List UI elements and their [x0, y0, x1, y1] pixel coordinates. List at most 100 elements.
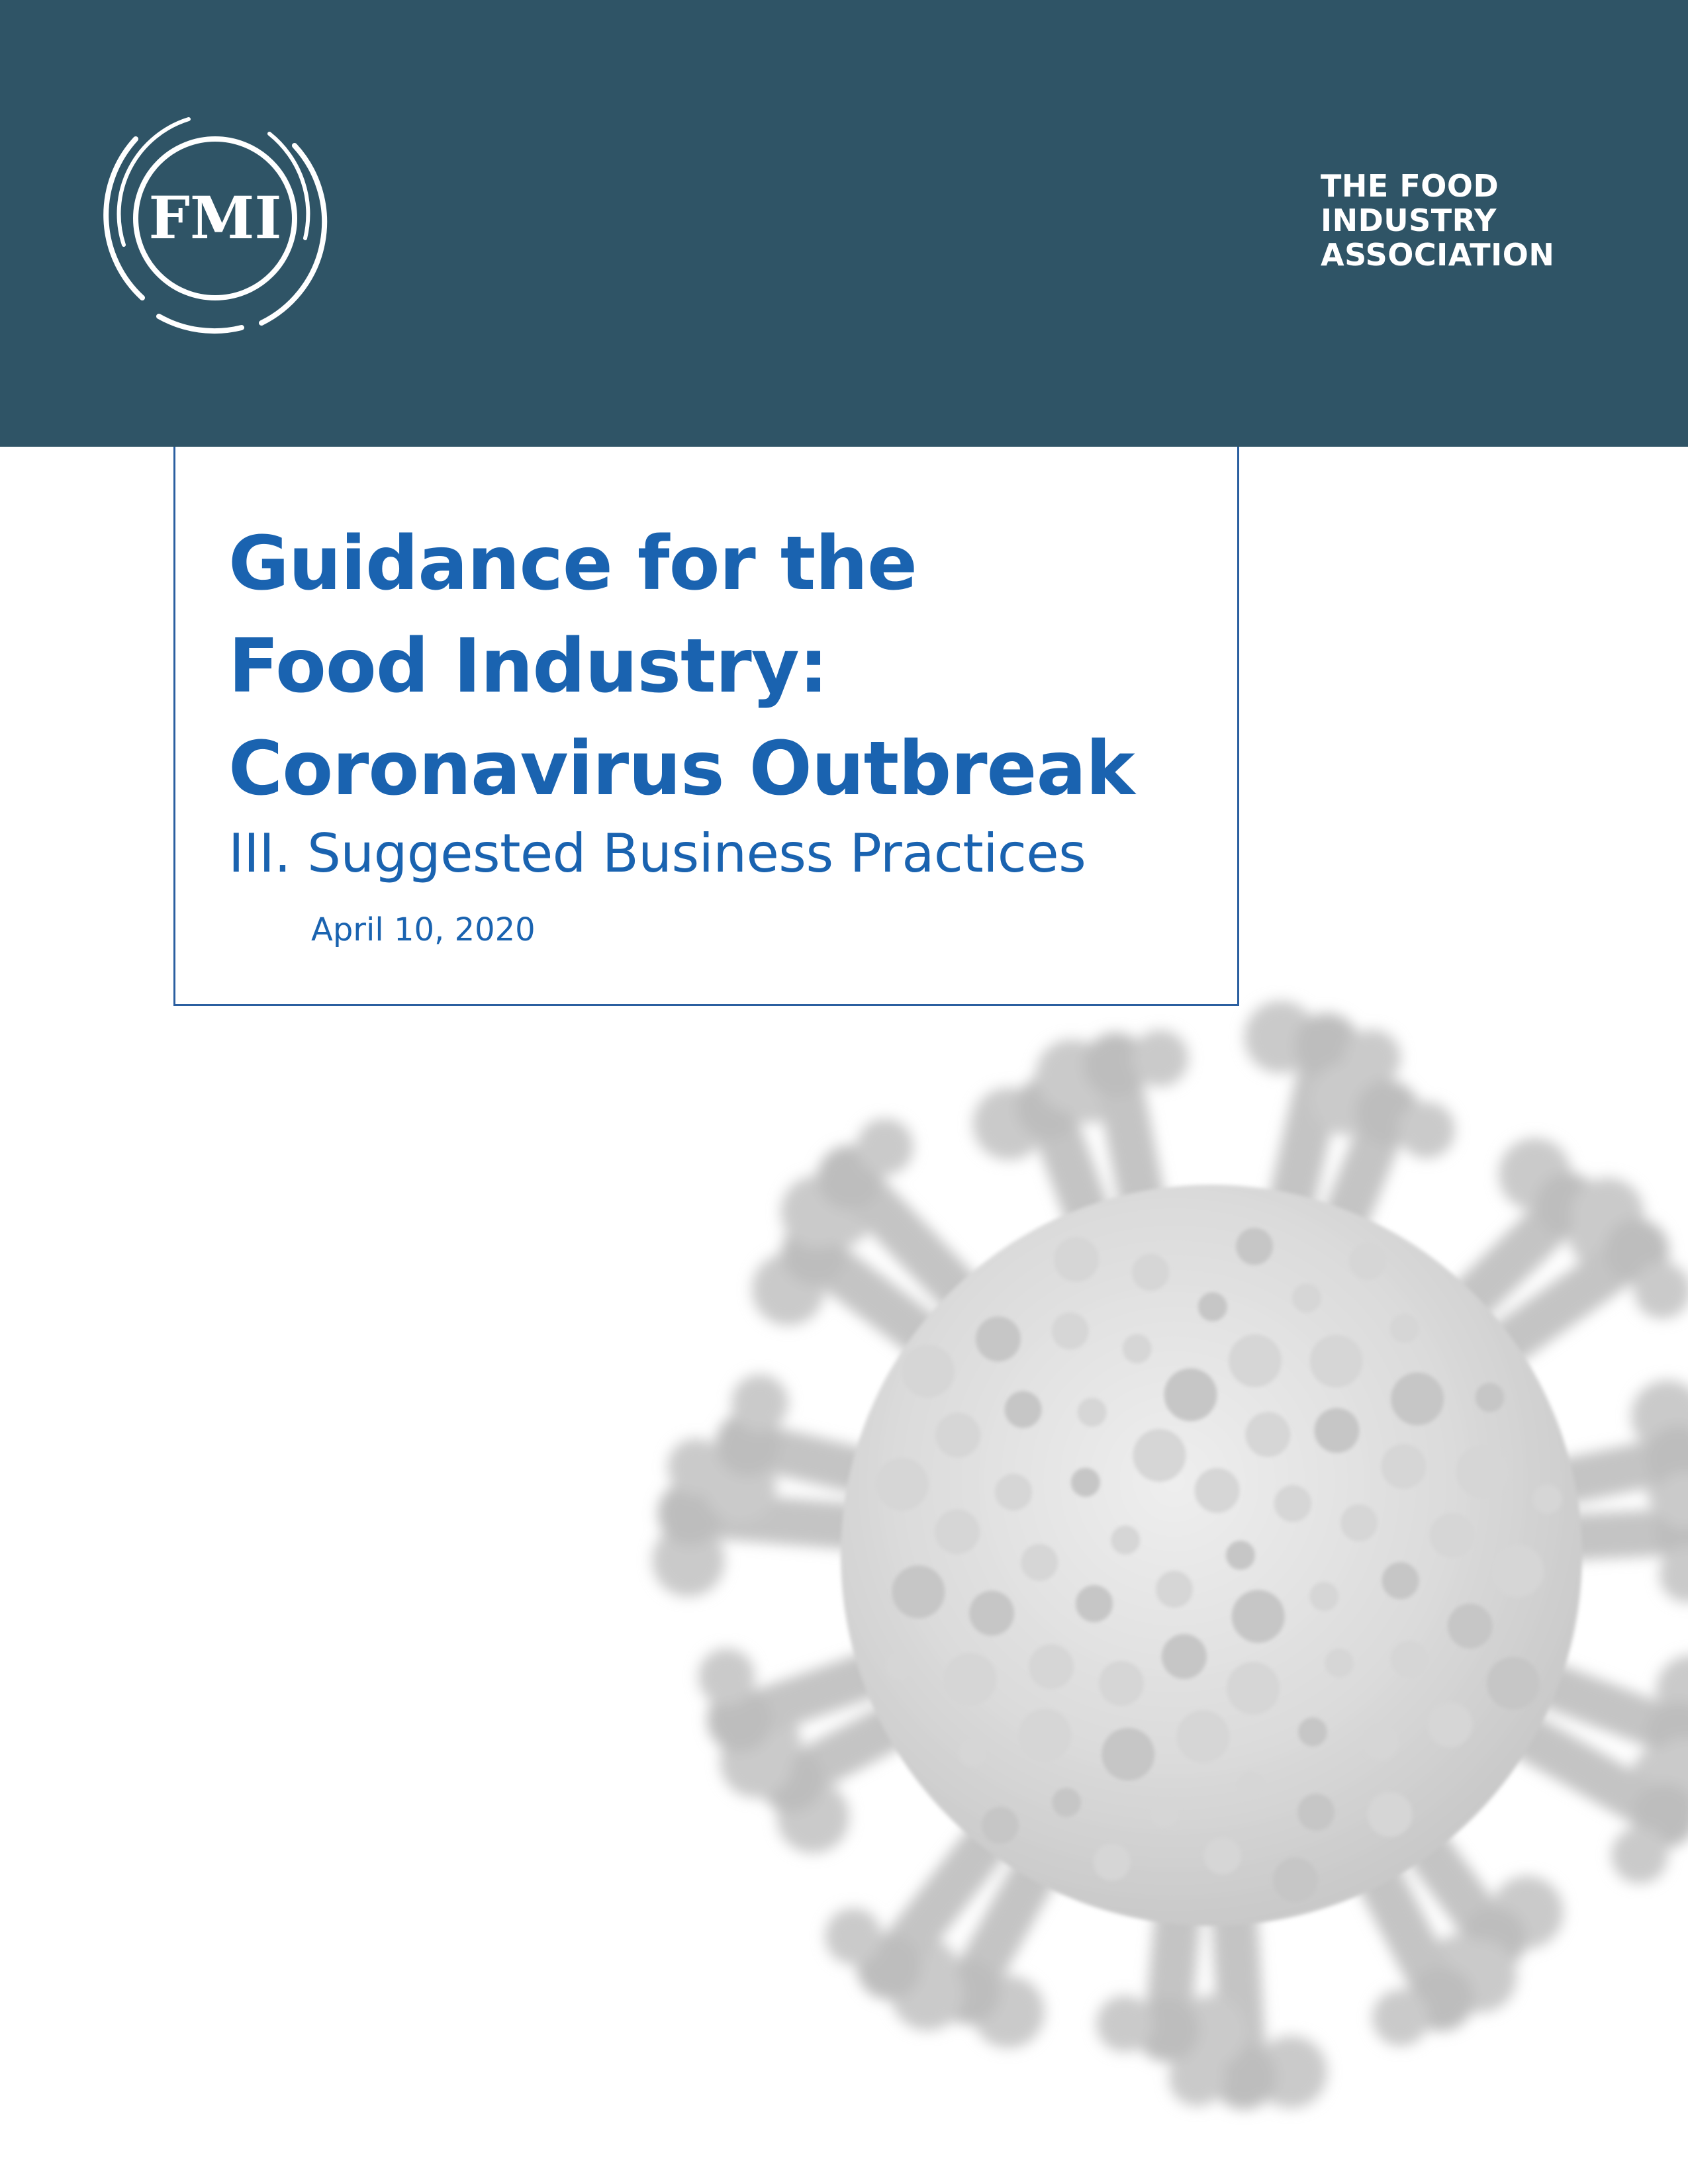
virus-surface-bump [1390, 1641, 1428, 1678]
header-band: FMI THE FOOD INDUSTRY ASSOCIATION [0, 0, 1688, 447]
virus-spike [1522, 1660, 1688, 1752]
virus-surface-bump [892, 1565, 945, 1619]
virus-surface-bump [1155, 1570, 1193, 1608]
virus-surface-bump [1272, 1857, 1318, 1903]
virus-surface-bump [1018, 1708, 1072, 1762]
virus-surface-bump [1325, 1648, 1354, 1678]
virus-spike [729, 1649, 898, 1739]
virus-spike-head [825, 1907, 882, 1965]
virus-surface-bump [1203, 1837, 1241, 1875]
virus-surface-bump [1098, 1661, 1144, 1706]
virus-surface-bump [1362, 1723, 1399, 1760]
virus-surface-bump [1102, 1727, 1155, 1781]
virus-spike-head [1372, 1989, 1429, 2046]
virus-surface-bump [994, 1473, 1032, 1511]
virus-surface-bump [901, 1344, 955, 1398]
virus-surface-bump [1475, 1383, 1505, 1412]
virus-surface-bump [1164, 1368, 1217, 1422]
title-line-2: Food Industry: [228, 623, 829, 709]
virus-surface-bump [1314, 1408, 1360, 1453]
tagline-line-1: THE FOOD [1321, 168, 1499, 204]
virus-surface-bump [1225, 1541, 1255, 1570]
virus-surface-bump [1004, 1390, 1042, 1428]
virus-surface-bump [1367, 1792, 1413, 1837]
virus-surface-bump [1133, 1428, 1186, 1482]
virus-surface-bump [1132, 1253, 1170, 1291]
virus-surface-bump [1389, 1314, 1419, 1343]
virus-surface-bump [1456, 1445, 1509, 1498]
virus-surface-bump [1051, 1312, 1089, 1350]
virus-spike [951, 1844, 1061, 2004]
virus-surface-bump [1486, 1657, 1540, 1710]
virus-surface-bump [1340, 1504, 1378, 1541]
virus-surface-bump [1245, 1412, 1291, 1457]
virus-surface-bump [1447, 1604, 1493, 1649]
tagline-line-3: ASSOCIATION [1321, 237, 1555, 273]
virus-spike-head [1131, 1029, 1189, 1087]
virus-surface-bump [1150, 1798, 1180, 1828]
virus-spike [1352, 1849, 1459, 2011]
document-subtitle: III. Suggested Business Practices [228, 823, 1086, 884]
virus-surface-bump [1274, 1484, 1311, 1522]
virus-surface-bump [1075, 1585, 1113, 1623]
virus-spike-head [698, 1648, 755, 1706]
virus-surface-bump [1122, 1334, 1152, 1363]
org-tagline: THE FOOD INDUSTRY ASSOCIATION [1321, 169, 1554, 272]
virus-surface-bump [885, 1651, 915, 1680]
virus-spike [1095, 1054, 1166, 1228]
virus-surface-bump [969, 1590, 1015, 1636]
virus-surface-bump [1093, 1843, 1131, 1881]
title-line-1: Guidance for the [228, 521, 917, 607]
virus-surface-bump [1021, 1543, 1058, 1581]
virus-surface-bump [981, 1807, 1019, 1844]
virus-surface-bump [1292, 1283, 1322, 1313]
virus-surface-bump [1309, 1582, 1339, 1612]
virus-surface-bump [1382, 1562, 1419, 1600]
title-box: Guidance for the Food Industry: Coronavi… [173, 447, 1239, 1006]
virus-surface-bump [975, 1316, 1021, 1362]
virus-surface-bump [943, 1653, 997, 1706]
virus-surface-bump [1111, 1525, 1141, 1555]
virus-spike-head [1096, 1995, 1154, 2053]
virus-surface-bump [1391, 1372, 1444, 1426]
virus-surface-bump [875, 1457, 929, 1511]
virus-surface-bump [1029, 1644, 1074, 1690]
virus-surface-bump [1297, 1717, 1327, 1747]
virus-surface-bump [1427, 1702, 1473, 1747]
virus-surface-bump [1052, 1788, 1082, 1817]
title-line-3: Coronavirus Outbreak [228, 726, 1135, 812]
logo-text: FMI [148, 183, 281, 252]
document-title: Guidance for the Food Industry: Coronavi… [228, 513, 1135, 821]
virus-surface-bump [1077, 1397, 1107, 1427]
virus-surface-bump [1381, 1443, 1427, 1489]
virus-surface-bump [1176, 1710, 1230, 1764]
virus-surface-bump [1194, 1468, 1240, 1514]
virus-surface-bump [1236, 1228, 1274, 1265]
virus-surface-bump [1309, 1334, 1363, 1388]
virus-spike-head [731, 1374, 788, 1432]
tagline-line-2: INDUSTRY [1321, 203, 1497, 238]
virus-surface-bump [1227, 1662, 1280, 1715]
virus-spike-head [1611, 1827, 1668, 1884]
virus-surface-bump [1197, 1292, 1227, 1322]
virus-surface-bump [1532, 1484, 1562, 1514]
fmi-logo-icon: FMI [96, 99, 334, 338]
coronavirus-illustration [583, 927, 1688, 2184]
virus-surface-bump [1070, 1467, 1100, 1497]
virus-spike-head [856, 1118, 914, 1175]
document-date: April 10, 2020 [311, 911, 536, 948]
virus-surface-bump [1231, 1590, 1285, 1643]
virus-spike-head [1398, 1101, 1456, 1159]
virus-surface-bump [935, 1412, 980, 1458]
virus-surface-bump [958, 1737, 988, 1767]
virus-surface-bump [934, 1509, 980, 1555]
virus-surface-bump [1229, 1334, 1282, 1388]
virus-surface-bump [1237, 1772, 1266, 1801]
virus-surface-bump [1491, 1544, 1544, 1598]
virus-surface-bump [1161, 1634, 1207, 1680]
virus-surface-bump [1429, 1512, 1475, 1558]
virus-surface-bump [1054, 1236, 1100, 1282]
virus-surface-bump [1349, 1242, 1387, 1280]
virus-spike [1498, 1709, 1677, 1833]
virus-surface-bump [1297, 1794, 1335, 1831]
